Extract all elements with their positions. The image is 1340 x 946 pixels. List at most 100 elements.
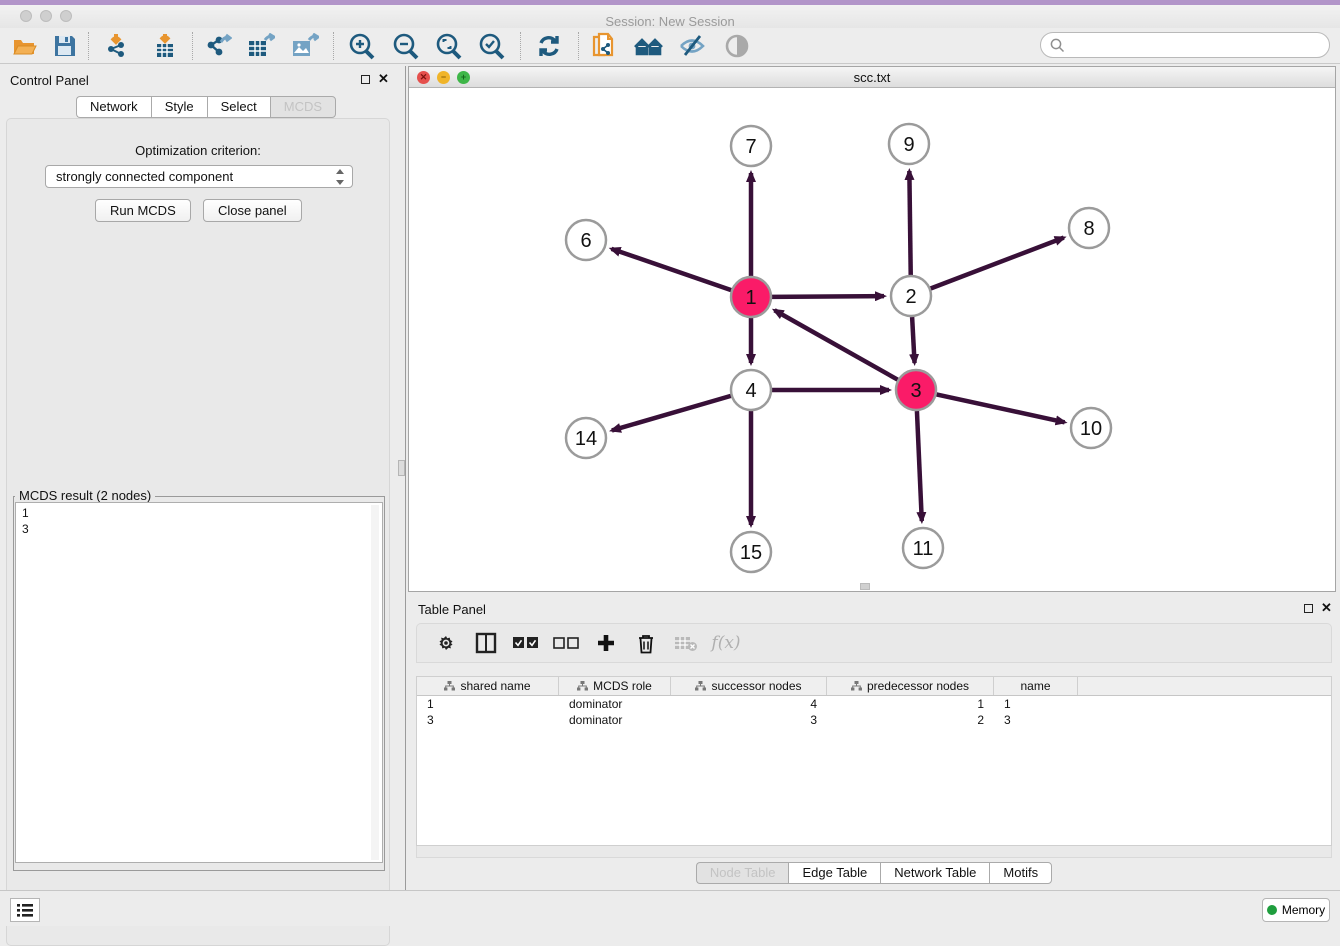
add-row-icon[interactable] bbox=[593, 630, 619, 656]
search-box[interactable] bbox=[1040, 32, 1330, 58]
tab-network[interactable]: Network bbox=[76, 96, 151, 118]
graph-node-14[interactable]: 14 bbox=[566, 418, 606, 458]
graph-edge-1-6[interactable] bbox=[612, 249, 732, 290]
graph-node-6[interactable]: 6 bbox=[566, 220, 606, 260]
scrollbar[interactable] bbox=[371, 505, 379, 860]
export-image-icon[interactable] bbox=[288, 31, 322, 61]
column-header-successor-nodes[interactable]: successor nodes bbox=[671, 677, 827, 695]
graph-node-4[interactable]: 4 bbox=[731, 370, 771, 410]
window-title: Session: New Session bbox=[0, 14, 1340, 29]
graph-node-3[interactable]: 3 bbox=[896, 370, 936, 410]
column-header-predecessor-nodes[interactable]: predecessor nodes bbox=[827, 677, 994, 695]
vertical-splitter[interactable] bbox=[396, 66, 406, 890]
optimization-criterion-select[interactable]: strongly connected component bbox=[45, 165, 353, 188]
task-history-button[interactable] bbox=[10, 898, 40, 922]
cell-successor-nodes[interactable]: 3 bbox=[671, 712, 827, 728]
zoom-fit-icon[interactable] bbox=[432, 31, 466, 61]
float-panel-icon[interactable] bbox=[1304, 604, 1313, 613]
svg-text:6: 6 bbox=[580, 230, 591, 252]
svg-text:8: 8 bbox=[1083, 218, 1094, 240]
node-table[interactable]: shared nameMCDS rolesuccessor nodesprede… bbox=[416, 676, 1332, 846]
cell-MCDS-role[interactable]: dominator bbox=[559, 696, 671, 712]
refresh-layout-icon[interactable] bbox=[532, 31, 566, 61]
tab-style[interactable]: Style bbox=[151, 96, 207, 118]
table-row[interactable]: 1dominator411 bbox=[417, 696, 1331, 712]
graph-edge-2-3[interactable] bbox=[912, 317, 914, 363]
graph-node-1[interactable]: 1 bbox=[731, 277, 771, 317]
zoom-selected-icon[interactable] bbox=[475, 31, 509, 61]
network-resize-grip[interactable] bbox=[860, 583, 870, 590]
graph-node-8[interactable]: 8 bbox=[1069, 208, 1109, 248]
tab-edge-table[interactable]: Edge Table bbox=[788, 862, 880, 884]
tab-node-table[interactable]: Node Table bbox=[696, 862, 789, 884]
close-panel-icon[interactable]: ✕ bbox=[378, 71, 389, 87]
hide-selected-icon[interactable] bbox=[676, 31, 710, 61]
graph-node-10[interactable]: 10 bbox=[1071, 408, 1111, 448]
close-panel-button[interactable]: Close panel bbox=[203, 199, 302, 222]
svg-text:2: 2 bbox=[905, 286, 916, 308]
graph-edge-1-2[interactable] bbox=[772, 296, 884, 297]
graph-edge-4-14[interactable] bbox=[612, 396, 731, 431]
delete-table-icon[interactable] bbox=[673, 630, 699, 656]
graph-node-2[interactable]: 2 bbox=[891, 276, 931, 316]
cell-shared-name[interactable]: 3 bbox=[417, 712, 559, 728]
graph-edge-3-10[interactable] bbox=[937, 394, 1065, 422]
import-table-icon[interactable] bbox=[148, 31, 182, 61]
show-all-icon[interactable] bbox=[720, 31, 754, 61]
table-row[interactable]: 3dominator323 bbox=[417, 712, 1331, 728]
list-icon bbox=[17, 903, 33, 917]
unselect-all-icon[interactable] bbox=[553, 630, 579, 656]
graph-node-11[interactable]: 11 bbox=[903, 528, 943, 568]
tab-select[interactable]: Select bbox=[207, 96, 270, 118]
network-window-titlebar[interactable]: ✕ − + scc.txt bbox=[409, 67, 1335, 88]
zoom-in-icon[interactable] bbox=[345, 31, 379, 61]
first-neighbors-icon[interactable] bbox=[632, 31, 666, 61]
cell-predecessor-nodes[interactable]: 2 bbox=[827, 712, 994, 728]
run-mcds-button[interactable]: Run MCDS bbox=[95, 199, 191, 222]
graph-node-9[interactable]: 9 bbox=[889, 124, 929, 164]
trash-icon[interactable] bbox=[633, 630, 659, 656]
graph-node-7[interactable]: 7 bbox=[731, 126, 771, 166]
mcds-result-textarea[interactable]: 13 bbox=[15, 502, 383, 863]
close-panel-icon[interactable]: ✕ bbox=[1321, 600, 1332, 616]
import-network-icon[interactable] bbox=[101, 31, 135, 61]
zoom-out-icon[interactable] bbox=[389, 31, 423, 61]
function-builder-icon[interactable]: f(x) bbox=[713, 630, 739, 656]
search-input[interactable] bbox=[1065, 35, 1329, 55]
column-header-MCDS-role[interactable]: MCDS role bbox=[559, 677, 671, 695]
export-table-icon[interactable] bbox=[244, 31, 278, 61]
float-panel-icon[interactable] bbox=[361, 75, 370, 84]
network-graph-canvas[interactable]: 7 9 6 8 1 2 4 3 14 10 15 11 bbox=[409, 88, 1335, 591]
column-header-shared-name[interactable]: shared name bbox=[417, 677, 559, 695]
svg-text:1: 1 bbox=[745, 287, 756, 309]
main-toolbar bbox=[0, 28, 1340, 64]
open-folder-icon[interactable] bbox=[8, 31, 42, 61]
select-all-icon[interactable] bbox=[513, 630, 539, 656]
svg-text:3: 3 bbox=[910, 380, 921, 402]
cell-predecessor-nodes[interactable]: 1 bbox=[827, 696, 994, 712]
graph-edge-3-1[interactable] bbox=[775, 310, 898, 379]
cell-successor-nodes[interactable]: 4 bbox=[671, 696, 827, 712]
memory-button[interactable]: Memory bbox=[1262, 898, 1330, 922]
graph-edge-3-11[interactable] bbox=[917, 411, 922, 521]
save-icon[interactable] bbox=[48, 31, 82, 61]
graph-edge-2-9[interactable] bbox=[909, 171, 910, 275]
table-header-row[interactable]: shared nameMCDS rolesuccessor nodesprede… bbox=[417, 677, 1331, 696]
export-network-icon[interactable] bbox=[201, 31, 235, 61]
cell-name[interactable]: 3 bbox=[994, 712, 1078, 728]
cell-MCDS-role[interactable]: dominator bbox=[559, 712, 671, 728]
graph-node-15[interactable]: 15 bbox=[731, 532, 771, 572]
columns-icon[interactable] bbox=[473, 630, 499, 656]
graph-edge-2-8[interactable] bbox=[931, 238, 1064, 289]
splitter-grip[interactable] bbox=[398, 460, 405, 476]
cell-name[interactable]: 1 bbox=[994, 696, 1078, 712]
svg-text:15: 15 bbox=[740, 542, 762, 564]
cell-shared-name[interactable]: 1 bbox=[417, 696, 559, 712]
search-icon bbox=[1050, 38, 1065, 53]
column-header-name[interactable]: name bbox=[994, 677, 1078, 695]
gear-icon[interactable] bbox=[433, 630, 459, 656]
tab-mcds[interactable]: MCDS bbox=[270, 96, 336, 118]
new-network-from-selection-icon[interactable] bbox=[588, 31, 622, 61]
tab-motifs[interactable]: Motifs bbox=[989, 862, 1052, 884]
tab-network-table[interactable]: Network Table bbox=[880, 862, 989, 884]
